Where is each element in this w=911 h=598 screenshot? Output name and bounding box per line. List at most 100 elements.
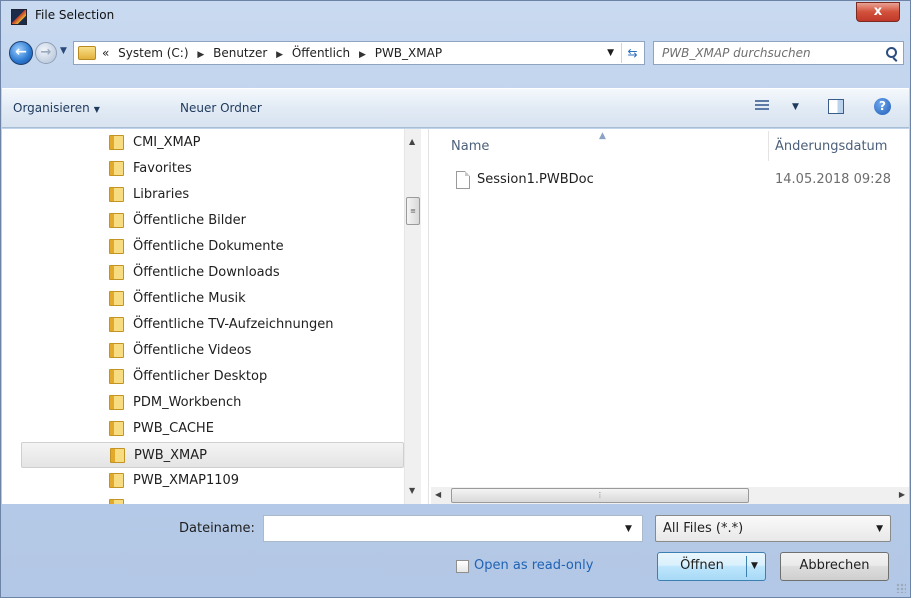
tree-item[interactable]: Libraries xyxy=(21,182,404,208)
column-divider[interactable] xyxy=(768,131,769,161)
filename-history-dropdown[interactable]: ▼ xyxy=(625,524,632,534)
navigation-scrollbar[interactable]: ▲ ≡ ▼ xyxy=(404,129,421,504)
chevron-right-icon[interactable]: ▶ xyxy=(197,50,204,60)
tree-item-selected[interactable]: PWB_XMAP xyxy=(21,442,404,468)
crumb-pwb-xmap[interactable]: PWB_XMAP xyxy=(375,46,442,60)
sort-ascending-icon: ▲ xyxy=(599,131,606,141)
tree-item[interactable]: Öffentliche Downloads xyxy=(21,260,404,286)
browser-content: CMI_XMAP Favorites Libraries Öffentliche… xyxy=(2,129,909,504)
scroll-left-icon[interactable]: ◀ xyxy=(435,490,441,499)
folder-icon xyxy=(109,395,124,410)
file-selection-dialog: File Selection x ← → ▼ « System (C:) ▶ B… xyxy=(0,0,911,598)
file-date: 14.05.2018 09:28 xyxy=(775,172,892,187)
crumb-oeffentlich[interactable]: Öffentlich xyxy=(292,46,350,60)
new-folder-button[interactable]: Neuer Ordner xyxy=(180,101,262,115)
column-header-name[interactable]: Name xyxy=(451,139,489,154)
search-icon[interactable] xyxy=(886,47,897,58)
back-button[interactable]: ← xyxy=(9,41,33,65)
split-divider xyxy=(746,556,747,577)
address-bar[interactable]: « System (C:) ▶ Benutzer ▶ Öffentlich ▶ … xyxy=(73,41,645,65)
search-placeholder: PWB_XMAP durchsuchen xyxy=(662,46,811,60)
folder-icon xyxy=(109,369,124,384)
view-options-icon[interactable] xyxy=(755,99,769,113)
folder-icon xyxy=(110,448,125,463)
file-row[interactable]: Session1.PWBDoc 14.05.2018 09:28 xyxy=(429,171,909,193)
chevron-down-icon: ▼ xyxy=(876,524,883,534)
filename-field[interactable] xyxy=(263,515,643,542)
folder-icon xyxy=(109,239,124,254)
tree-item[interactable]: Öffentliche Bilder xyxy=(21,208,404,234)
address-row: ← → ▼ « System (C:) ▶ Benutzer ▶ Öffentl… xyxy=(1,32,910,72)
column-header-date[interactable]: Änderungsdatum xyxy=(775,139,887,154)
folder-icon xyxy=(78,46,96,60)
scroll-right-icon[interactable]: ▶ xyxy=(899,490,905,499)
tree-item[interactable]: Favorites xyxy=(21,156,404,182)
read-only-checkbox[interactable] xyxy=(456,560,469,573)
help-icon[interactable]: ? xyxy=(874,98,891,115)
document-icon xyxy=(456,171,470,189)
tree-item-label: CMI_XMAP xyxy=(133,135,201,150)
read-only-label[interactable]: Open as read-only xyxy=(474,558,593,573)
tree-item[interactable] xyxy=(21,494,404,504)
tree-item-label: Öffentliche Bilder xyxy=(133,213,247,228)
file-type-select[interactable]: All Files (*.*) ▼ xyxy=(655,515,891,542)
tree-item-label: Öffentliche Dokumente xyxy=(133,239,284,254)
scroll-thumb[interactable]: ≡ xyxy=(406,197,420,225)
view-dropdown-icon[interactable]: ▼ xyxy=(792,102,799,112)
tree-item[interactable]: PWB_CACHE xyxy=(21,416,404,442)
recent-locations-dropdown[interactable]: ▼ xyxy=(60,46,67,56)
tree-item[interactable]: Öffentliche Videos xyxy=(21,338,404,364)
tree-item-label: Öffentliche TV-Aufzeichnungen xyxy=(133,317,334,332)
open-button[interactable]: Öffnen ▼ xyxy=(657,552,766,581)
folder-icon xyxy=(109,265,124,280)
tree-item[interactable]: CMI_XMAP xyxy=(21,130,404,156)
search-input[interactable]: PWB_XMAP durchsuchen xyxy=(653,41,904,65)
preview-pane-icon[interactable] xyxy=(828,99,844,114)
forward-button[interactable]: → xyxy=(35,42,57,64)
tree-item[interactable]: PDM_Workbench xyxy=(21,390,404,416)
organise-menu-button[interactable]: Organisieren ▼ xyxy=(13,101,100,115)
scroll-up-icon[interactable]: ▲ xyxy=(409,137,415,146)
refresh-icon[interactable]: ⇆ xyxy=(621,43,643,63)
tree-item-label: PWB_XMAP1109 xyxy=(133,473,240,488)
tree-item-label: PDM_Workbench xyxy=(133,395,242,410)
tree-item[interactable]: Öffentliche Dokumente xyxy=(21,234,404,260)
address-dropdown[interactable]: ▼ xyxy=(607,48,614,58)
tree-item-label: Favorites xyxy=(133,161,192,176)
folder-icon xyxy=(109,317,124,332)
command-toolbar: Organisieren ▼ Neuer Ordner ▼ ? xyxy=(2,88,909,128)
folder-icon xyxy=(109,421,124,436)
resize-grip[interactable] xyxy=(896,583,906,593)
tree-item[interactable]: Öffentliche Musik xyxy=(21,286,404,312)
tree-item[interactable]: Öffentlicher Desktop xyxy=(21,364,404,390)
file-list-scrollbar[interactable]: ◀ ⋮ ▶ xyxy=(431,487,909,504)
folder-icon xyxy=(109,135,124,150)
cancel-button[interactable]: Abbrechen xyxy=(780,552,889,581)
tree-item[interactable]: PWB_XMAP1109 xyxy=(21,468,404,494)
chevron-right-icon[interactable]: ▶ xyxy=(276,50,283,60)
crumb-system[interactable]: System (C:) xyxy=(118,46,188,60)
tree-item-label: Öffentliche Musik xyxy=(133,291,246,306)
crumb-benutzer[interactable]: Benutzer xyxy=(213,46,267,60)
tree-item-label: Öffentliche Videos xyxy=(133,343,252,358)
scroll-down-icon[interactable]: ▼ xyxy=(409,486,415,495)
app-icon xyxy=(11,9,27,25)
crumb-overflow[interactable]: « xyxy=(102,46,109,60)
chevron-right-icon[interactable]: ▶ xyxy=(359,50,366,60)
window-title: File Selection xyxy=(35,8,115,22)
tree-item-label: PWB_XMAP xyxy=(134,448,207,463)
open-options-dropdown[interactable]: ▼ xyxy=(751,553,758,579)
navigation-pane: CMI_XMAP Favorites Libraries Öffentliche… xyxy=(2,129,428,504)
folder-icon xyxy=(109,161,124,176)
scroll-thumb[interactable]: ⋮ xyxy=(451,488,749,503)
close-button[interactable]: x xyxy=(856,2,900,22)
file-type-value: All Files (*.*) xyxy=(663,521,744,536)
file-list-pane: Name ▲ Änderungsdatum Session1.PWBDoc 14… xyxy=(428,129,909,504)
folder-icon xyxy=(109,499,124,504)
folder-icon xyxy=(109,213,124,228)
tree-item[interactable]: Öffentliche TV-Aufzeichnungen xyxy=(21,312,404,338)
filename-label: Dateiname: xyxy=(179,521,255,536)
folder-icon xyxy=(109,343,124,358)
folder-icon xyxy=(109,187,124,202)
tree-item-label: Öffentliche Downloads xyxy=(133,265,280,280)
